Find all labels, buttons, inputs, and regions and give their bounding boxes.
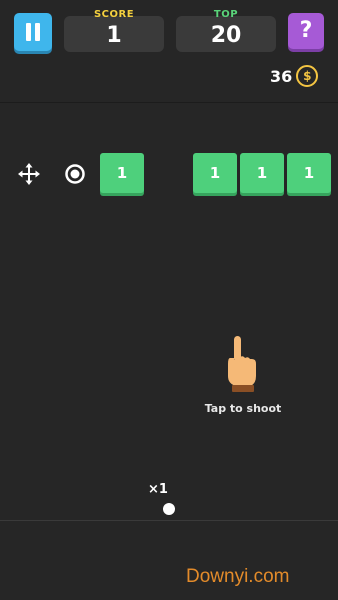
move-icon[interactable] (18, 163, 40, 185)
score-label: SCORE (93, 9, 135, 20)
pause-button[interactable] (14, 13, 52, 51)
tap-to-shoot-hint: Tap to shoot (204, 402, 282, 415)
pointing-hand-icon (224, 334, 260, 394)
pause-icon (26, 23, 31, 41)
brick: 1 (287, 153, 331, 193)
question-icon: ? (299, 18, 313, 43)
pause-icon-bar (35, 23, 40, 41)
coin-count: 36 (270, 66, 293, 86)
score-panel: SCORE 1 (64, 9, 164, 52)
floor-line (0, 520, 338, 521)
top-divider (0, 102, 338, 103)
brick: 1 (240, 153, 284, 193)
coin-icon: $ (296, 65, 319, 87)
watermark: Downyi.com (186, 566, 290, 587)
target-icon[interactable] (64, 163, 86, 185)
ball (163, 503, 175, 515)
help-button[interactable]: ? (288, 13, 324, 49)
top-score-panel: TOP 20 (176, 9, 276, 52)
brick: 1 (193, 153, 237, 193)
brick: 1 (100, 153, 144, 193)
top-bar: SCORE 1 TOP 20 ? 36 $ (0, 0, 338, 102)
score-value: 1 (106, 23, 122, 48)
top-score-label: TOP (213, 9, 239, 20)
ball-multiplier: ×1 (148, 482, 168, 497)
coin-counter: 36 $ (270, 65, 319, 87)
top-score-value: 20 (210, 23, 242, 48)
